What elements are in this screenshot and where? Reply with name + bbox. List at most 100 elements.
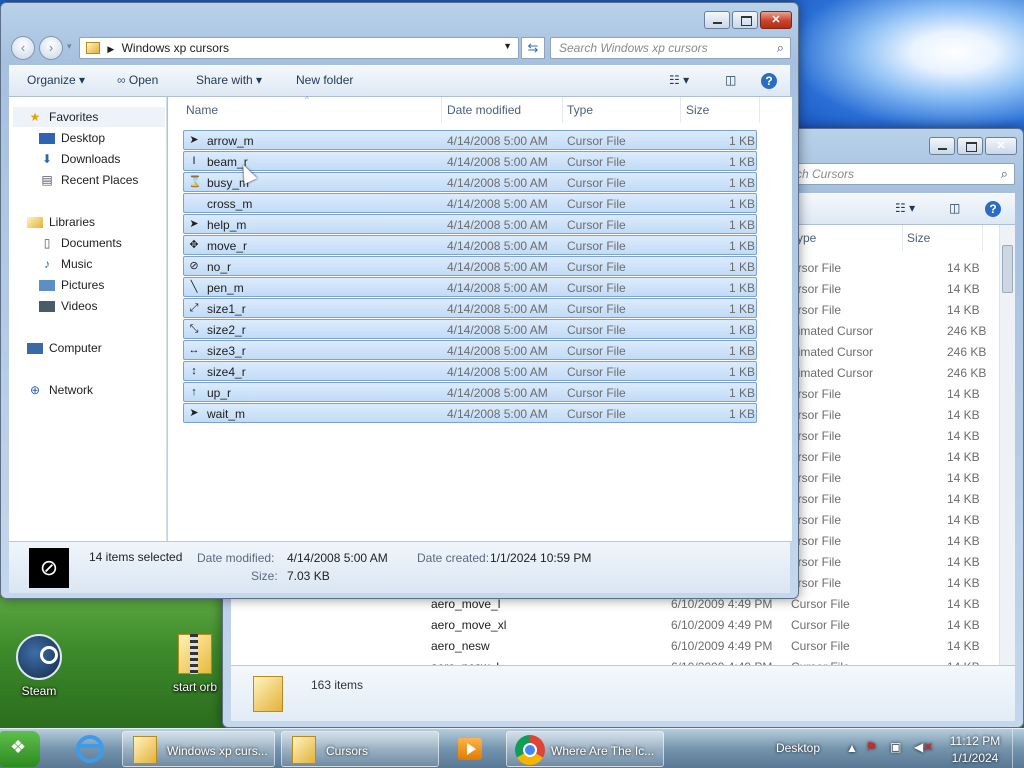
file-type: Cursor File <box>567 239 626 253</box>
column-size[interactable]: Size <box>903 225 983 251</box>
file-row[interactable]: aero_nesw 6/10/2009 4:49 PM Cursor File 14 … <box>401 636 997 656</box>
nav-pictures[interactable]: Pictures <box>39 275 104 295</box>
file-date: 4/14/2008 5:00 AM <box>447 134 548 148</box>
back-button[interactable]: ‹ <box>11 36 35 60</box>
nav-favorites[interactable]: ★ Favorites <box>27 107 99 127</box>
file-size: 14 KB <box>947 576 980 590</box>
column-type[interactable]: ype <box>793 225 903 251</box>
new-folder-button[interactable]: New folder <box>296 73 353 87</box>
column-date-modified[interactable]: Date modified <box>443 97 563 123</box>
close-button[interactable] <box>985 137 1017 155</box>
nav-network[interactable]: ⊕ Network <box>27 380 93 400</box>
search-input[interactable]: rch Cursors ⌕ <box>783 163 1015 185</box>
scrollbar-thumb[interactable] <box>1002 245 1013 293</box>
nav-videos[interactable]: Videos <box>39 296 97 316</box>
column-name[interactable]: Name <box>182 97 442 123</box>
file-size: 14 KB <box>947 429 980 443</box>
libraries-icon <box>27 216 43 228</box>
nav-documents[interactable]: ▯ Documents <box>39 233 122 253</box>
file-row[interactable]: ➤ arrow_m 4/14/2008 5:00 AM Cursor File 1 KB <box>183 130 757 150</box>
size-value: 7.03 KB <box>287 569 330 583</box>
file-name: size4_r <box>207 365 246 379</box>
minimize-button[interactable] <box>704 11 730 29</box>
file-row[interactable]: ↕ size4_r 4/14/2008 5:00 AM Cursor File 1 KB <box>183 361 757 381</box>
nav-desktop[interactable]: Desktop <box>39 128 105 148</box>
file-row[interactable]: ⊘ no_r 4/14/2008 5:00 AM Cursor File 1 KB <box>183 256 757 276</box>
nav-downloads[interactable]: ⬇ Downloads <box>39 149 120 169</box>
taskbar-button-cursors[interactable]: Cursors <box>281 731 439 767</box>
desktop-icon-start-orb[interactable]: start orb <box>160 630 230 694</box>
taskbar-button-windows-xp-cursors[interactable]: Windows xp curs... <box>122 731 275 767</box>
videos-icon <box>39 300 55 312</box>
star-icon: ★ <box>29 110 41 124</box>
file-row[interactable]: ↑ up_r 4/14/2008 5:00 AM Cursor File 1 KB <box>183 382 757 402</box>
resize-diagonal-icon: ⤡ <box>189 323 199 335</box>
address-bar[interactable]: ▶ Windows xp cursors ▼ <box>79 37 519 59</box>
file-row[interactable]: ⌛ busy_m 4/14/2008 5:00 AM Cursor File 1 KB <box>183 172 757 192</box>
recent-pages-button[interactable]: ▾ <box>67 41 72 52</box>
file-row[interactable]: ✥ move_r 4/14/2008 5:00 AM Cursor File 1 KB <box>183 235 757 255</box>
file-size: 14 KB <box>947 387 980 401</box>
file-name: size3_r <box>207 344 246 358</box>
file-row[interactable]: ➤ wait_m 4/14/2008 5:00 AM Cursor File 1 KB <box>183 403 757 423</box>
column-size[interactable]: Size <box>682 97 760 123</box>
file-row[interactable]: ╲ pen_m 4/14/2008 5:00 AM Cursor File 1 KB <box>183 277 757 297</box>
nav-recent-places[interactable]: ▤ Recent Places <box>39 170 138 190</box>
desktop-toolbar-label[interactable]: Desktop <box>776 741 820 755</box>
forward-button[interactable]: › <box>39 36 63 60</box>
show-desktop-button[interactable] <box>1012 729 1024 768</box>
maximize-button[interactable] <box>957 137 983 155</box>
nav-music[interactable]: ♪ Music <box>39 254 92 274</box>
help-icon[interactable]: ? <box>985 201 1001 217</box>
taskbar-button-chrome[interactable]: Where Are The Ic... <box>506 731 664 767</box>
file-size: 1 KB <box>729 155 756 169</box>
close-button[interactable] <box>760 11 792 29</box>
file-row[interactable]: ↔ size3_r 4/14/2008 5:00 AM Cursor File 1 KB <box>183 340 757 360</box>
file-list[interactable]: ^ Name Date modified Type Size ➤ arrow_m 4… <box>168 95 792 541</box>
media-player-icon[interactable] <box>446 731 496 767</box>
maximize-button[interactable] <box>732 11 758 29</box>
start-button[interactable] <box>0 731 40 767</box>
nav-libraries[interactable]: Libraries <box>27 212 95 232</box>
file-name: aero_move_xl <box>431 618 507 632</box>
file-row[interactable]: ➤ help_m 4/14/2008 5:00 AM Cursor File 1 KB <box>183 214 757 234</box>
minimize-button[interactable] <box>929 137 955 155</box>
search-input[interactable]: Search Windows xp cursors ⌕ <box>550 37 791 59</box>
file-row[interactable]: cross_m 4/14/2008 5:00 AM Cursor File 1 KB <box>183 193 757 213</box>
file-type: Cursor File <box>567 386 626 400</box>
file-row[interactable]: ⤢ size1_r 4/14/2008 5:00 AM Cursor File 1 KB <box>183 298 757 318</box>
preview-pane-button[interactable]: ◫ <box>725 73 736 87</box>
preview-pane-button[interactable]: ◫ <box>949 201 960 215</box>
desktop-icon <box>39 132 55 144</box>
clock[interactable]: 11:12 PM 1/1/2024 <box>946 734 1004 765</box>
network-status-icon[interactable]: ▣ <box>890 740 901 754</box>
open-button[interactable]: ∞ Open <box>117 73 158 87</box>
help-icon[interactable]: ? <box>761 73 777 89</box>
show-hidden-icons-button[interactable]: ▲ <box>846 741 858 755</box>
file-row[interactable]: aero_move_xl 6/10/2009 4:49 PM Cursor File… <box>401 615 997 635</box>
file-date: 4/14/2008 5:00 AM <box>447 155 548 169</box>
share-with-button[interactable]: Share with ▾ <box>196 73 262 87</box>
window-windows-xp-cursors[interactable]: ‹ › ▾ ▶ Windows xp cursors ▼ ⇆ Search Wi… <box>0 2 799 599</box>
internet-explorer-icon[interactable] <box>70 731 110 767</box>
file-row[interactable]: Ibeam_r 4/14/2008 5:00 AM Cursor File 1 KB <box>183 151 757 171</box>
date-modified-value: 4/14/2008 5:00 AM <box>287 551 388 565</box>
file-size: 1 KB <box>729 197 756 211</box>
nav-computer[interactable]: Computer <box>27 338 102 358</box>
change-view-button[interactable]: ☷ ▾ <box>669 73 689 87</box>
volume-muted-icon[interactable]: ◀✕ <box>914 740 933 754</box>
address-dropdown-icon[interactable]: ▼ <box>503 41 512 51</box>
desktop-icon-steam[interactable]: Steam <box>4 634 74 698</box>
breadcrumb[interactable]: Windows xp cursors <box>122 41 229 55</box>
refresh-button[interactable]: ⇆ <box>521 37 545 59</box>
file-date: 6/10/2009 4:49 PM <box>671 597 773 611</box>
scrollbar[interactable] <box>999 225 1015 665</box>
change-view-button[interactable]: ☷ ▾ <box>895 201 915 215</box>
file-size: 246 KB <box>947 345 987 359</box>
organize-button[interactable]: Organize ▾ <box>27 73 85 87</box>
folder-icon <box>292 736 316 764</box>
column-type[interactable]: Type <box>563 97 681 123</box>
action-center-icon[interactable]: ⚑ <box>866 740 877 754</box>
file-row[interactable]: ⤡ size2_r 4/14/2008 5:00 AM Cursor File 1 KB <box>183 319 757 339</box>
file-size: 246 KB <box>947 366 987 380</box>
